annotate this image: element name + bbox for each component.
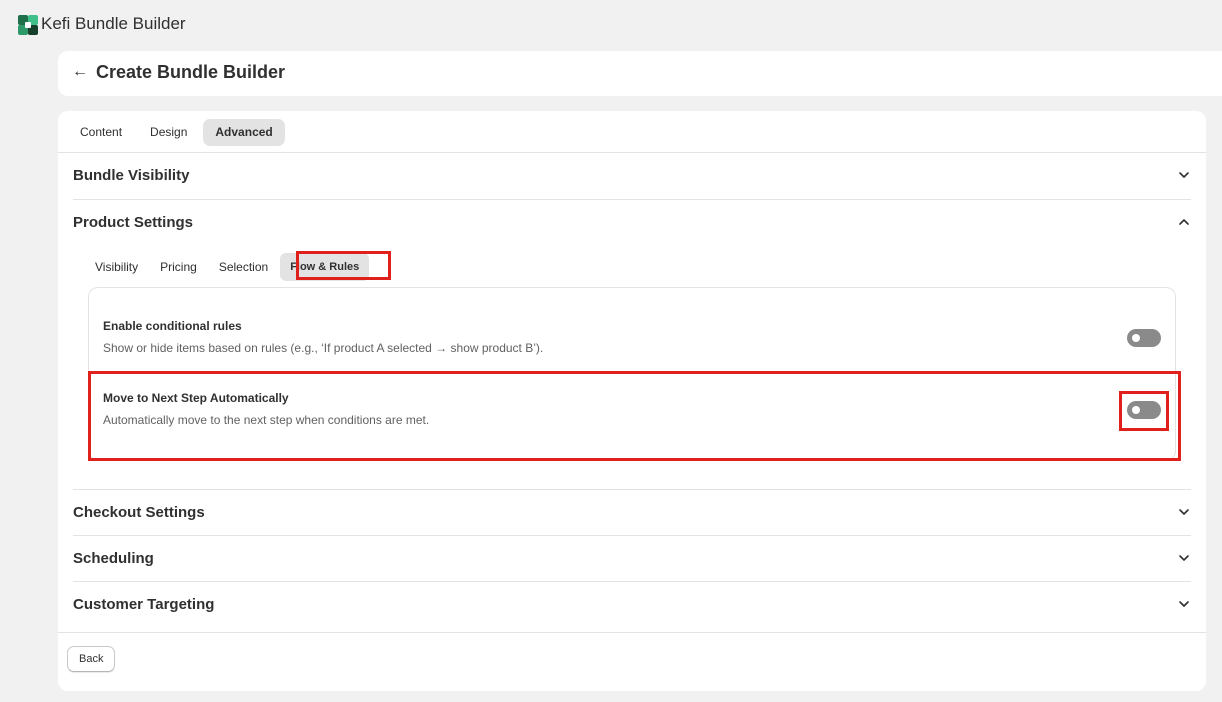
settings-card: Content Design Advanced Bundle Visibilit…	[58, 111, 1206, 691]
tab-advanced[interactable]: Advanced	[203, 119, 285, 146]
subtab-selection[interactable]: Selection	[209, 253, 278, 281]
setting-description: Show or hide items based on rules (e.g.,…	[103, 341, 544, 355]
chevron-down-icon[interactable]	[1176, 596, 1192, 612]
app-title: Kefi Bundle Builder	[41, 14, 186, 33]
divider	[73, 489, 1191, 490]
chevron-up-icon[interactable]	[1176, 214, 1192, 230]
tab-design[interactable]: Design	[138, 119, 199, 146]
section-bundle-visibility[interactable]: Bundle Visibility	[73, 167, 189, 184]
chevron-down-icon[interactable]	[1176, 504, 1192, 520]
highlight-box-setting	[88, 371, 1181, 461]
divider	[58, 632, 1206, 633]
setting-title: Enable conditional rules	[103, 319, 242, 333]
divider	[73, 535, 1191, 536]
kefi-logo-icon	[18, 15, 38, 35]
page-title: Create Bundle Builder	[96, 62, 286, 82]
back-button[interactable]: Back	[67, 646, 116, 672]
section-checkout-settings[interactable]: Checkout Settings	[73, 504, 205, 521]
page-header: ← Create Bundle Builder	[58, 51, 1222, 96]
divider	[73, 581, 1191, 582]
divider	[73, 199, 1191, 200]
app-header: Kefi Bundle Builder	[0, 0, 1222, 50]
conditional-rules-toggle[interactable]	[1127, 329, 1161, 347]
tab-content[interactable]: Content	[68, 119, 134, 146]
chevron-down-icon[interactable]	[1176, 167, 1192, 183]
section-customer-targeting[interactable]: Customer Targeting	[73, 596, 214, 613]
tab-bar: Content Design Advanced	[68, 119, 285, 146]
subtab-visibility[interactable]: Visibility	[85, 253, 148, 281]
subtab-pricing[interactable]: Pricing	[150, 253, 207, 281]
arrow-left-icon[interactable]: ←	[72, 63, 88, 81]
highlight-box-tab	[296, 251, 391, 280]
section-product-settings[interactable]: Product Settings	[73, 214, 193, 231]
chevron-down-icon[interactable]	[1176, 550, 1192, 566]
highlight-box-toggle	[1119, 391, 1169, 431]
section-scheduling[interactable]: Scheduling	[73, 550, 154, 567]
divider	[58, 152, 1206, 153]
toggle-knob	[1132, 334, 1140, 342]
